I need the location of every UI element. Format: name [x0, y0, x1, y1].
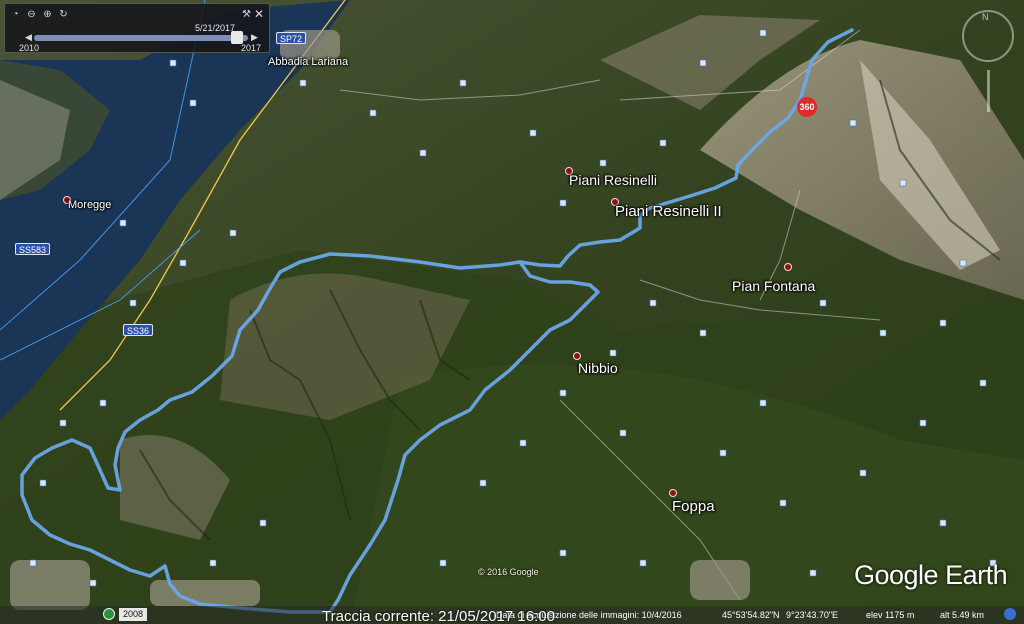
place-pin[interactable]	[669, 489, 677, 497]
place-label-nibbio[interactable]: Nibbio	[578, 360, 618, 376]
place-label-piani-resinelli-ii[interactable]: Piani Resinelli II	[615, 203, 722, 220]
zoom-out-icon[interactable]: ⊖	[26, 9, 37, 20]
satellite-terrain[interactable]	[0, 0, 1024, 624]
time-slider-panel: ◔ ⊖ ⊕ ↻ ⚒ ✕ 5/21/2017 ◀ ▶ 2010 2017	[4, 3, 270, 53]
close-icon[interactable]: ✕	[254, 7, 264, 21]
elevation-readout: elev 1175 m	[866, 610, 915, 620]
distance-marker[interactable]: 360	[797, 97, 817, 117]
place-label-pian-fontana[interactable]: Pian Fontana	[732, 278, 815, 294]
road-shield: SP72	[276, 32, 307, 44]
step-forward-icon[interactable]: ▶	[251, 32, 258, 43]
time-slider-date: 5/21/2017	[195, 23, 236, 33]
time-range-end: 2017	[241, 43, 262, 53]
altitude-readout: alt 5.49 km	[940, 610, 985, 620]
streaming-indicator-icon	[1004, 608, 1016, 620]
place-label-piani-resinelli[interactable]: Piani Resinelli	[569, 172, 657, 188]
historical-imagery-year[interactable]: 2008	[119, 608, 148, 621]
road-shield: SS36	[123, 324, 154, 336]
wrench-icon[interactable]: ⚒	[241, 9, 252, 20]
place-pin[interactable]	[573, 352, 581, 360]
current-track-label: Traccia corrente: 21/05/2017 16:00	[322, 608, 555, 624]
google-earth-logo: Google Earth	[854, 560, 1008, 590]
zoom-in-icon[interactable]: ⊕	[42, 9, 53, 20]
longitude-readout: 9°23'43.70"E	[786, 610, 839, 620]
copyright-text: © 2016 Google	[478, 567, 539, 577]
clock-icon[interactable]: ◔	[10, 9, 21, 20]
map-viewport[interactable]: Moregge Abbadia Lariana Piani Resinelli …	[0, 0, 1024, 624]
time-range-start: 2010	[19, 43, 40, 53]
zoom-slider[interactable]	[987, 70, 990, 112]
place-pin[interactable]	[784, 263, 792, 271]
latitude-readout: 45°53'54.82"N	[722, 610, 780, 620]
place-label-abbadia-lariana[interactable]: Abbadia Lariana	[268, 56, 348, 68]
north-indicator-icon[interactable]: N	[982, 12, 989, 22]
refresh-icon[interactable]: ↻	[58, 9, 69, 20]
place-label-moregge[interactable]: Moregge	[68, 199, 111, 211]
step-back-icon[interactable]: ◀	[25, 32, 32, 43]
place-label-foppa[interactable]: Foppa	[672, 498, 715, 515]
time-slider-track[interactable]	[34, 35, 248, 41]
historical-imagery-icon[interactable]	[103, 608, 115, 620]
road-shield: SS583	[15, 243, 51, 255]
